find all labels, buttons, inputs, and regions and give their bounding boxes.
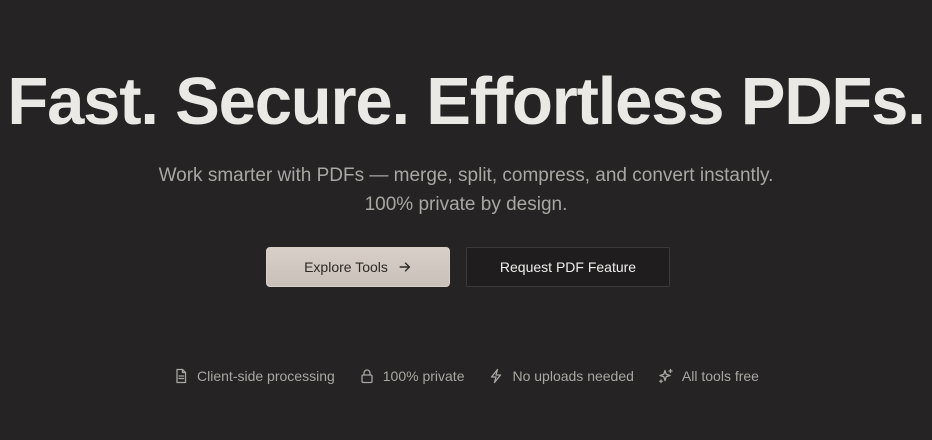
- request-pdf-feature-label: Request PDF Feature: [499, 259, 637, 275]
- hero-subtitle-line-1: Work smarter with PDFs — merge, split, c…: [158, 165, 774, 186]
- feature-label: No uploads needed: [512, 368, 634, 384]
- lightning-icon: [488, 368, 504, 384]
- feature-free: All tools free: [658, 366, 759, 386]
- hero-actions: Explore Tools Request PDF Feature: [0, 247, 932, 287]
- sparkles-icon: [658, 368, 674, 384]
- explore-tools-button[interactable]: Explore Tools: [266, 247, 450, 287]
- feature-list: Client-side processing 100% private No u…: [0, 366, 932, 386]
- hero-subtitle: Work smarter with PDFs — merge, split, c…: [0, 161, 932, 219]
- arrow-right-icon: [398, 260, 412, 274]
- hero-headline: Fast. Secure. Effortless PDFs.: [7, 64, 925, 139]
- lock-icon: [359, 368, 375, 384]
- feature-no-uploads: No uploads needed: [488, 366, 634, 386]
- feature-private: 100% private: [359, 366, 465, 386]
- feature-client-side: Client-side processing: [173, 366, 335, 386]
- hero-section: Fast. Secure. Effortless PDFs. Work smar…: [0, 0, 932, 440]
- feature-label: 100% private: [382, 368, 465, 384]
- document-icon: [173, 368, 189, 384]
- feature-label: Client-side processing: [197, 368, 335, 384]
- feature-label: All tools free: [681, 368, 759, 384]
- explore-tools-label: Explore Tools: [304, 259, 388, 275]
- hero-subtitle-line-2: 100% private by design.: [364, 194, 568, 215]
- request-pdf-feature-button[interactable]: Request PDF Feature: [466, 247, 670, 287]
